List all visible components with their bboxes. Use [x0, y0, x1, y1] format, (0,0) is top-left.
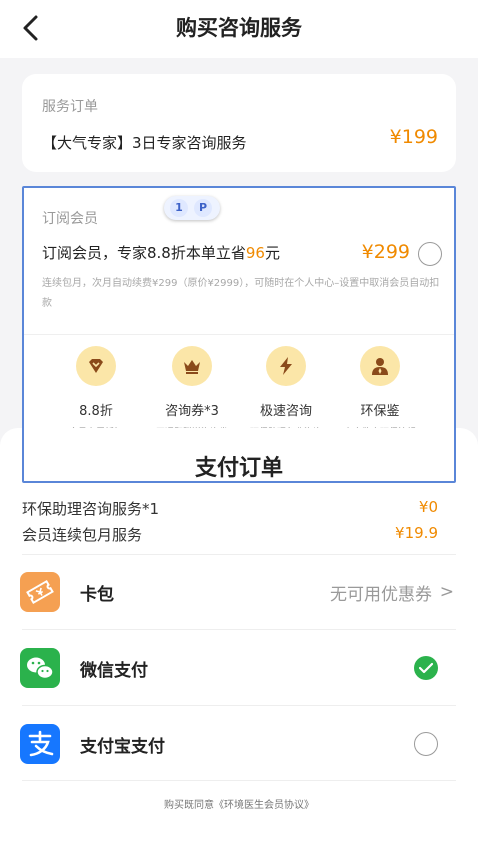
- alipay-row[interactable]: 支付宝支付: [0, 706, 478, 780]
- service-price: ¥199: [389, 126, 438, 148]
- benefit-expert: 环保鉴 专家鉴定环保法规: [334, 346, 426, 438]
- page-badge: 1 P: [164, 196, 220, 220]
- benefit-fast-consult: 极速咨询 环保助理免费咨询: [240, 346, 332, 438]
- payment-sheet-title: 支付订单: [194, 456, 283, 481]
- coupon-value: 无可用优惠券: [330, 585, 432, 605]
- expert-icon: [360, 346, 400, 386]
- service-order-label: 服务订单: [42, 99, 98, 115]
- ticket-icon: [20, 572, 60, 612]
- lightning-icon: [266, 346, 306, 386]
- benefit-title: 环保鉴: [360, 404, 400, 419]
- divider: [22, 780, 456, 781]
- membership-radio[interactable]: [418, 242, 442, 266]
- membership-label: 订阅会员: [42, 211, 98, 227]
- wechat-icon: [20, 648, 60, 688]
- line-item-label: 会员连续包月服务: [22, 526, 143, 544]
- diamond-icon: [76, 346, 116, 386]
- headline-prefix: 订阅会员，专家8.8折本单立省: [42, 244, 246, 262]
- wechat-pay-row[interactable]: 微信支付: [0, 630, 478, 704]
- line-item-value: ¥0: [418, 498, 438, 516]
- membership-price: ¥299: [361, 241, 410, 263]
- wechat-pay-label: 微信支付: [80, 661, 148, 681]
- benefit-title: 极速咨询: [259, 404, 312, 419]
- payment-sheet: 支付订单 环保助理咨询服务*1 ¥0 会员连续包月服务 ¥19.9 卡包 无可用…: [0, 428, 478, 850]
- line-item-value: ¥19.9: [395, 524, 438, 542]
- alipay-radio[interactable]: [414, 732, 438, 756]
- chevron-right-icon: >: [439, 582, 454, 602]
- coupon-row[interactable]: 卡包 无可用优惠券 >: [0, 554, 478, 628]
- benefit-title: 咨询券*3: [165, 404, 219, 419]
- service-order-card: 服务订单 【大气专家】3日专家咨询服务 ¥199: [22, 74, 456, 172]
- badge-letter: P: [194, 199, 212, 217]
- alipay-label: 支付宝支付: [80, 737, 165, 757]
- benefit-title: 8.8折: [79, 404, 113, 419]
- service-name: 【大气专家】3日专家咨询服务: [42, 134, 247, 152]
- headline-savings: 96: [245, 244, 265, 262]
- benefit-coupons: 咨询券*3 开通即赠送咨询券: [146, 346, 238, 438]
- nav-bar: 购买咨询服务: [0, 0, 478, 58]
- coupon-label: 卡包: [80, 585, 114, 605]
- membership-note: 连续包月，次月自动续费¥299（原价¥2999），可随时在个人中心–设置中取消会…: [42, 278, 440, 309]
- benefit-discount: 8.8折 会员专属折扣: [50, 346, 142, 438]
- crown-icon: [172, 346, 212, 386]
- headline-suffix: 元: [264, 244, 280, 262]
- page-title: 购买咨询服务: [176, 16, 302, 40]
- alipay-icon: [20, 724, 60, 764]
- check-circle-icon[interactable]: [414, 656, 438, 680]
- agreement-text[interactable]: 购买既同意《环境医生会员协议》: [0, 796, 478, 811]
- line-item: 环保助理咨询服务*1 ¥0: [22, 498, 438, 519]
- line-item: 会员连续包月服务 ¥19.9: [22, 524, 438, 545]
- divider: [22, 334, 456, 335]
- line-item-label: 环保助理咨询服务*1: [22, 500, 160, 518]
- badge-number: 1: [170, 199, 188, 217]
- membership-headline: 订阅会员，专家8.8折本单立省96元: [42, 242, 280, 263]
